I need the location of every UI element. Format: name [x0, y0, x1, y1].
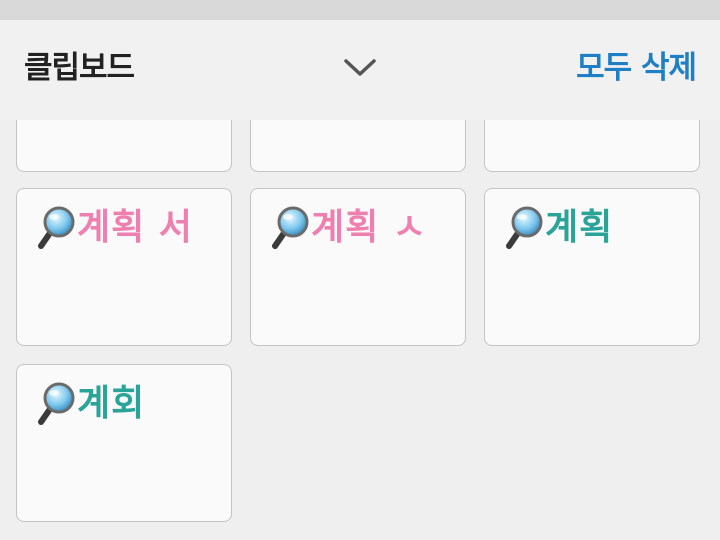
clip-card[interactable]: 계획: [484, 188, 700, 346]
clip-card[interactable]: [250, 120, 466, 172]
clip-content: 계획 ㅅ: [271, 205, 427, 251]
clip-content: 계획 서: [37, 205, 193, 251]
chevron-down-icon[interactable]: [340, 50, 380, 90]
clip-content: 계획: [505, 205, 613, 251]
clear-all-button[interactable]: 모두 삭제: [576, 48, 697, 88]
clip-text: 계획: [545, 207, 614, 248]
clip-card[interactable]: 계획 ㅅ: [250, 188, 466, 346]
clip-card[interactable]: [484, 120, 700, 172]
clipboard-grid: 계획 서 계획 ㅅ 계획 계회: [0, 120, 720, 540]
clip-content: 계회: [37, 381, 145, 427]
magnifier-icon: [272, 206, 309, 249]
magnifier-icon: [38, 382, 75, 425]
magnifier-icon: [38, 206, 75, 249]
clip-text: 계획 서: [77, 207, 193, 248]
clipboard-header: 클립보드 모두 삭제: [0, 20, 720, 120]
clip-card[interactable]: [16, 120, 232, 172]
clip-text: 계회: [77, 383, 146, 424]
clip-card[interactable]: 계획 서: [16, 188, 232, 346]
clip-text: 계획 ㅅ: [311, 207, 427, 248]
clipboard-title: 클립보드: [24, 50, 135, 86]
magnifier-icon: [506, 206, 543, 249]
clip-card[interactable]: 계회: [16, 364, 232, 522]
status-bar-strip: [0, 0, 720, 20]
